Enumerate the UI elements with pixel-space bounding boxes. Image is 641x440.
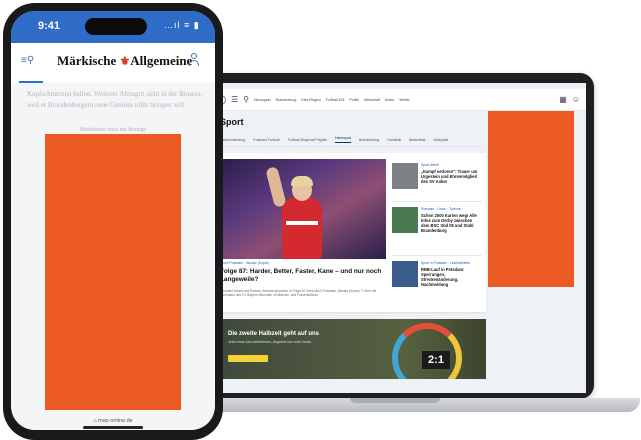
nav-item-neuruppin[interactable]: Neuruppin — [254, 98, 271, 102]
section-subnav: Ostbrandenburg Potsdam Fußball Fußball-R… — [220, 133, 482, 147]
advertisement-skyscraper[interactable] — [488, 111, 574, 287]
banner-subtitle: Jetzt ohne Abo weiterlesen, Angebot nur … — [228, 340, 312, 344]
signal-wifi-battery-icon: …ıl ≡ ▮ — [164, 20, 200, 30]
side-thumbnail — [392, 261, 418, 287]
bookmark-icon[interactable]: ▦ — [559, 95, 567, 104]
laptop-screen: ☰ ⚲ Neuruppin Brandenburg Kiez Region Fu… — [210, 83, 586, 393]
dynamic-island — [85, 18, 147, 35]
hero-image[interactable] — [220, 159, 386, 259]
side-headline: RBB-Lauf in Potsdam: Sperrungen, Strecke… — [421, 267, 465, 288]
home-indicator[interactable] — [83, 426, 143, 429]
nav-item-em[interactable]: Fußball-EM — [326, 98, 345, 102]
brand-left: Märkische — [57, 53, 117, 68]
subnav-item[interactable]: Potsdam Fußball — [253, 138, 279, 142]
divider — [392, 255, 482, 256]
brand-right: Allgemeine — [130, 53, 193, 68]
promo-banner[interactable]: Die zweite Halbzeit geht auf uns Jetzt o… — [220, 319, 486, 379]
side-teaser[interactable]: Sport Arbeit „Kampf verloren“: Trauer um… — [392, 163, 482, 197]
nav-item-brandenburg[interactable]: Brandenburg — [276, 98, 297, 102]
status-time: 9:41 — [38, 20, 61, 32]
hero-teaser-text: Benedikt Scholl und Roman Gerhard sprech… — [220, 289, 377, 298]
section-title: Sport — [220, 117, 244, 127]
side-teaser[interactable]: Potsdam · Union · Turbine Schon 2000 Kar… — [392, 207, 482, 251]
ad-label: Weiterlesen nach der Anzeige — [79, 127, 147, 133]
banner-cta-button[interactable] — [228, 355, 268, 362]
side-thumbnail — [392, 207, 418, 233]
menu-search-icon[interactable]: ≡⚲ — [21, 55, 34, 66]
side-kicker: Potsdam · Union · Turbine — [421, 207, 461, 211]
teaser-card: Sport Potsdam · Absatz (Kopie) Folge 87:… — [220, 153, 486, 312]
subnav-item[interactable]: Volleyball — [433, 138, 448, 142]
subnav-item-active[interactable]: Heimsport — [335, 136, 352, 143]
hero-headline[interactable]: Folge 87: Harder, Better, Faster, Kane –… — [220, 268, 386, 284]
player-arm — [265, 166, 287, 208]
jersey-stripe — [286, 221, 318, 225]
phone-screen: 9:41 …ıl ≡ ▮ ≡⚲ Märkische ⚜Allgemeine Ko… — [11, 11, 215, 430]
subnav-item[interactable]: Ostbrandenburg — [220, 138, 245, 142]
subnav-item[interactable]: Fußball-Regional Prignitz — [288, 138, 327, 142]
advertisement[interactable] — [45, 134, 181, 410]
nav-item-kultur[interactable]: Kultur — [385, 98, 394, 102]
hero-kicker: Sport Potsdam · Absatz (Kopie) — [220, 261, 270, 265]
subnav-item[interactable]: Handball — [387, 138, 401, 142]
nav-item-politik[interactable]: Politik — [349, 98, 359, 102]
eagle-icon: ⚜ — [119, 54, 131, 68]
brand-logo[interactable]: Märkische ⚜Allgemeine — [57, 53, 192, 69]
scoreboard: 2:1 — [422, 351, 450, 369]
nav-item-wetter[interactable]: Wetter — [399, 98, 410, 102]
user-icon[interactable] — [189, 53, 199, 67]
player-jersey — [282, 197, 322, 259]
divider — [392, 201, 482, 202]
site-header: ☰ ⚲ Neuruppin Brandenburg Kiez Region Fu… — [210, 89, 586, 111]
status-bar: 9:41 …ıl ≡ ▮ — [11, 11, 215, 43]
article-paragraph: Kopfschmerzen helfen. Weiterer Almagrit … — [27, 90, 203, 109]
side-kicker: Sport Arbeit — [421, 163, 439, 167]
side-thumbnail — [392, 163, 418, 189]
menu-icon[interactable]: ☰ — [231, 95, 238, 104]
subnav-item[interactable]: Brandenburg — [359, 138, 379, 142]
subnav-item[interactable]: Basketball — [409, 138, 425, 142]
side-teaser[interactable]: Sport in Potsdam · Leichtathletik RBB-La… — [392, 261, 482, 297]
nav-item-kiez[interactable]: Kiez Region — [301, 98, 320, 102]
laptop-notch — [350, 398, 440, 403]
header-accent-line — [19, 81, 43, 83]
side-headline: „Kampf verloren“: Trauer um Urgestein un… — [421, 169, 478, 185]
side-headline: Schon 2000 Karten weg! Alle Infos zum De… — [421, 213, 477, 234]
user-icon[interactable]: ☺ — [572, 95, 580, 104]
nav-item-wirtschaft[interactable]: Wirtschaft — [364, 98, 380, 102]
app-header: ≡⚲ Märkische ⚜Allgemeine — [11, 43, 215, 83]
banner-title: Die zweite Halbzeit geht auf uns — [228, 331, 320, 337]
player-hair — [291, 176, 313, 186]
side-kicker: Sport in Potsdam · Leichtathletik — [421, 261, 470, 265]
search-icon[interactable]: ⚲ — [243, 95, 249, 104]
